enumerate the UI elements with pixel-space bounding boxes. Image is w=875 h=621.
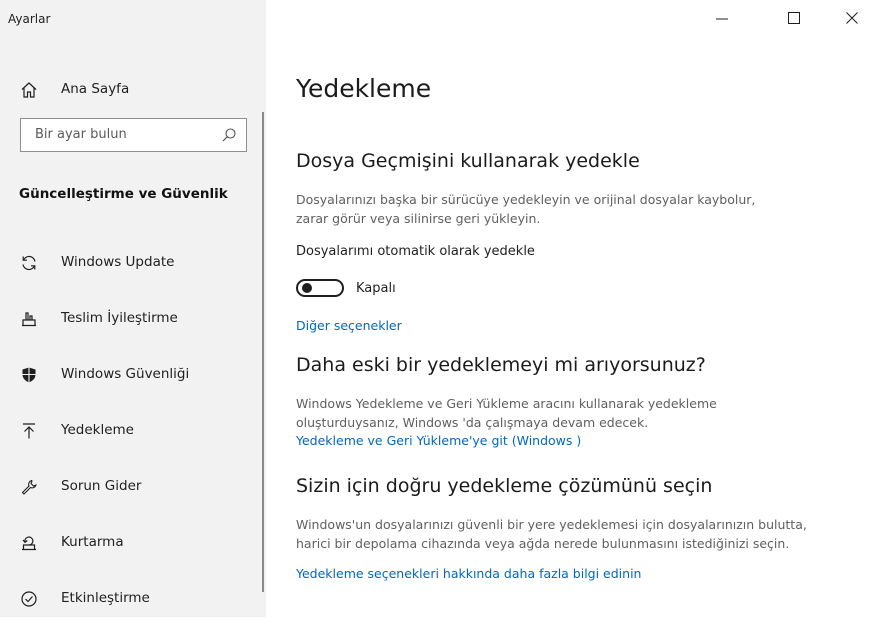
sidebar-item-label: Yedekleme [61, 422, 134, 438]
older-backup-desc-line1: Windows Yedekleme ve Geri Yükleme aracın… [296, 396, 717, 411]
auto-backup-toggle-row: Kapalı [296, 277, 396, 299]
auto-backup-label: Dosyalarımı otomatik olarak yedekle [296, 244, 535, 259]
search-icon [221, 127, 237, 143]
home-button[interactable]: Ana Sayfa [0, 72, 262, 108]
backup-options-info-link[interactable]: Yedekleme seçenekleri hakkında daha fazl… [296, 566, 641, 581]
sidebar-item-label: Kurtarma [61, 534, 124, 550]
sidebar-item-windows-security[interactable]: Windows Güvenliği [0, 353, 262, 397]
sidebar-item-label: Sorun Gider [61, 478, 142, 494]
more-options-link[interactable]: Diğer seçenekler [296, 318, 402, 333]
sidebar-item-label: Teslim İyileştirme [61, 310, 178, 326]
home-label: Ana Sayfa [61, 81, 130, 97]
choose-solution-desc-line2: harici bir depolama cihazında veya ağda … [296, 536, 790, 551]
search-placeholder: Bir ayar bulun [35, 127, 127, 142]
app-title: Ayarlar [8, 12, 51, 26]
sidebar-item-activation[interactable]: Etkinleştirme [0, 577, 262, 621]
sidebar-item-backup[interactable]: Yedekleme [0, 409, 262, 453]
settings-window: Ayarlar Ana Sayfa Bir ayar bulun Güncell… [0, 0, 875, 617]
sidebar: Ayarlar Ana Sayfa Bir ayar bulun Güncell… [0, 0, 266, 617]
refresh-icon [20, 254, 38, 272]
home-icon [20, 81, 38, 99]
section-heading: Güncelleştirme ve Güvenlik [19, 186, 228, 202]
sidebar-scrollbar[interactable] [262, 112, 264, 592]
choose-solution-heading: Sizin için doğru yedekleme çözümünü seçi… [296, 475, 713, 497]
sidebar-item-label: Windows Update [61, 254, 175, 270]
wrench-icon [20, 478, 38, 496]
recovery-icon [20, 534, 38, 552]
sidebar-item-troubleshoot[interactable]: Sorun Gider [0, 465, 262, 509]
page-title: Yedekleme [296, 74, 432, 103]
toggle-knob [302, 283, 312, 293]
sidebar-item-windows-update[interactable]: Windows Update [0, 241, 262, 285]
older-backup-desc-line2: oluşturduysanız, Windows 'da çalışmaya d… [296, 415, 649, 430]
sidebar-item-delivery-optimization[interactable]: Teslim İyileştirme [0, 297, 262, 341]
sidebar-item-label: Etkinleştirme [61, 590, 150, 606]
shield-icon [20, 366, 38, 384]
sidebar-item-label: Windows Güvenliği [61, 366, 190, 382]
main-content: Yedekleme Dosya Geçmişini kullanarak yed… [266, 0, 875, 617]
delivery-optimization-icon [20, 310, 38, 328]
choose-solution-desc-line1: Windows'un dosyalarınızı güvenli bir yer… [296, 517, 807, 532]
check-circle-icon [20, 590, 38, 608]
backup-arrow-icon [20, 422, 38, 440]
backup-restore-link[interactable]: Yedekleme ve Geri Yükleme'ye git (Window… [296, 433, 581, 448]
older-backup-heading: Daha eski bir yedeklemeyi mi arıyorsunuz… [296, 354, 706, 376]
auto-backup-toggle[interactable] [296, 279, 344, 297]
toggle-state-label: Kapalı [356, 280, 396, 296]
file-history-desc-line1: Dosyalarınızı başka bir sürücüye yedekle… [296, 192, 756, 207]
search-input[interactable]: Bir ayar bulun [20, 118, 247, 152]
file-history-desc-line2: zarar görür veya silinirse geri yükleyin… [296, 211, 541, 226]
file-history-heading: Dosya Geçmişini kullanarak yedekle [296, 150, 640, 172]
sidebar-item-recovery[interactable]: Kurtarma [0, 521, 262, 565]
